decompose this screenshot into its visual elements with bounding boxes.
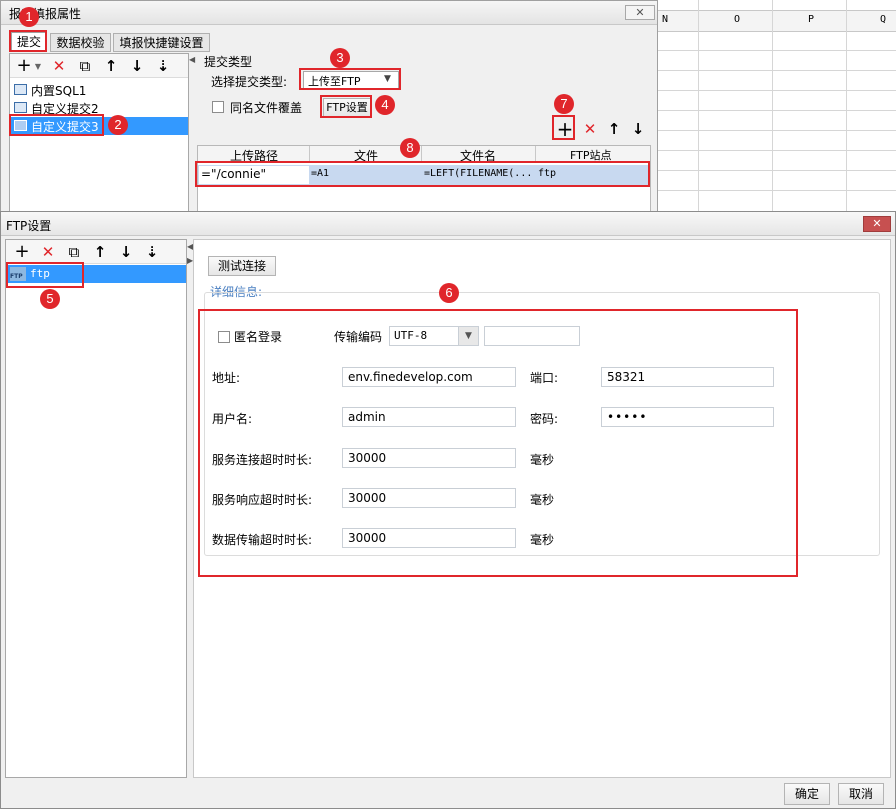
copy-icon[interactable]: ⧉ <box>65 243 83 261</box>
callout-badge: 4 <box>375 95 395 115</box>
row-down-icon[interactable]: ↓ <box>629 120 647 138</box>
tab-shortcut-settings[interactable]: 填报快捷键设置 <box>113 33 210 52</box>
ftp-dialog-titlebar <box>1 212 895 236</box>
submit-type-section-title: 提交类型 <box>204 55 253 69</box>
move-down-icon[interactable]: ↓ <box>128 57 146 75</box>
spreadsheet-area: N O P Q <box>658 0 896 212</box>
ftp-list-panel: + ✕ ⧉ ↑ ↓ ⇣ FTP ftp <box>5 239 187 778</box>
highlight-add-row <box>552 115 575 140</box>
submit-type-label: 选择提交类型: <box>211 75 288 89</box>
ftp-list-toolbar: + ✕ ⧉ ↑ ↓ ⇣ <box>6 240 186 264</box>
add-icon[interactable]: + <box>13 243 31 261</box>
move-down-icon[interactable]: ↓ <box>117 243 135 261</box>
highlight-submit-type <box>299 68 401 90</box>
test-connection-button[interactable]: 测试连接 <box>208 256 276 276</box>
dropdown-arrow-icon[interactable]: ▼ <box>29 58 47 76</box>
move-up-icon[interactable]: ↑ <box>102 57 120 75</box>
column-header-q[interactable]: Q <box>880 14 886 25</box>
submit-list-toolbar: + ▼ ✕ ⧉ ↑ ↓ ⇣ <box>10 54 188 78</box>
highlight-submit-tab <box>9 30 47 52</box>
callout-badge: 1 <box>19 7 39 27</box>
tree-item-label: 内置SQL1 <box>31 84 87 98</box>
highlight-table-row <box>195 161 650 187</box>
ftp-dialog-close-button[interactable]: ✕ <box>863 216 891 232</box>
callout-badge: 2 <box>108 115 128 135</box>
splitter-arrow-icon[interactable]: ◀ <box>189 55 195 64</box>
highlight-ftp-item <box>6 262 84 288</box>
tree-item-builtin-sql1[interactable]: 内置SQL1 <box>12 81 186 99</box>
sort-icon[interactable]: ⇣ <box>154 57 172 75</box>
column-header-o[interactable]: O <box>734 14 740 25</box>
callout-badge: 3 <box>330 48 350 68</box>
move-up-icon[interactable]: ↑ <box>91 243 109 261</box>
row-up-icon[interactable]: ↑ <box>605 120 623 138</box>
highlight-ftp-settings <box>320 95 372 118</box>
test-connection-button-label: 测试连接 <box>217 259 266 273</box>
cancel-button[interactable]: 取消 <box>838 783 884 805</box>
cancel-button-label: 取消 <box>848 787 873 801</box>
callout-badge: 5 <box>40 289 60 309</box>
tab-data-validation[interactable]: 数据校验 <box>50 33 111 52</box>
callout-badge: 6 <box>439 283 459 303</box>
column-header-p[interactable]: P <box>808 14 814 25</box>
sort-icon[interactable]: ⇣ <box>143 243 161 261</box>
property-dialog-titlebar <box>1 1 657 25</box>
ftp-dialog-title: FTP设置 <box>6 219 52 233</box>
callout-badge: 8 <box>400 138 420 158</box>
property-dialog-close-button[interactable]: ✕ <box>625 5 655 20</box>
highlight-detail-form <box>198 309 798 577</box>
close-icon: ✕ <box>635 6 645 19</box>
ok-button-label: 确定 <box>794 787 819 801</box>
delete-icon[interactable]: ✕ <box>50 57 68 75</box>
overwrite-checkbox[interactable] <box>212 101 224 113</box>
delete-icon[interactable]: ✕ <box>39 243 57 261</box>
highlight-custom-submit3 <box>9 114 104 136</box>
delete-row-icon[interactable]: ✕ <box>581 120 599 138</box>
tab-data-validation-label: 数据校验 <box>56 36 105 50</box>
copy-icon[interactable]: ⧉ <box>76 57 94 75</box>
table-icon <box>14 102 27 113</box>
ok-button[interactable]: 确定 <box>784 783 830 805</box>
close-icon: ✕ <box>872 217 882 230</box>
column-header-row <box>658 10 896 32</box>
column-header-n[interactable]: N <box>662 14 668 25</box>
callout-badge: 7 <box>554 94 574 114</box>
overwrite-label: 同名文件覆盖 <box>230 101 303 115</box>
tab-shortcut-settings-label: 填报快捷键设置 <box>119 36 204 50</box>
table-icon <box>14 84 27 95</box>
